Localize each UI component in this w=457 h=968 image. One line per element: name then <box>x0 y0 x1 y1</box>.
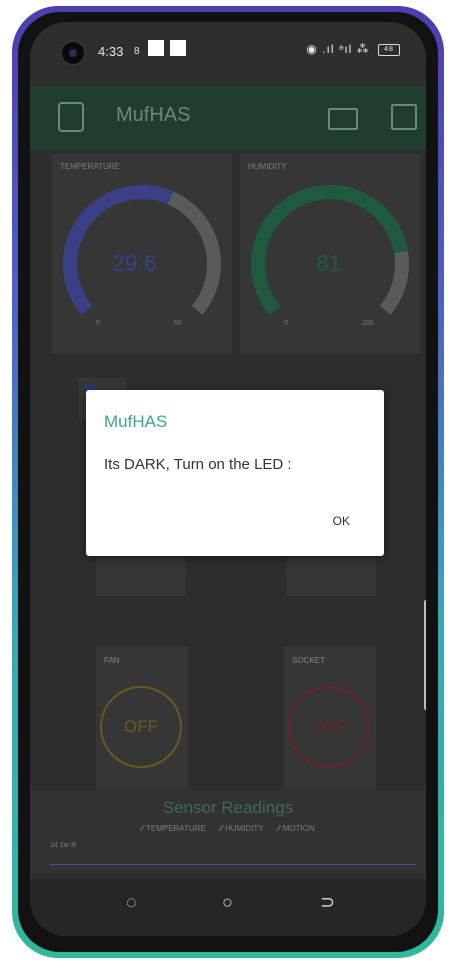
back-icon[interactable]: ⊃ <box>320 892 335 913</box>
front-camera-icon <box>60 40 86 66</box>
readings-legend: ⁄⁄ TEMPERATURE ⁄⁄ HUMIDITY ⁄⁄ MOTION <box>30 824 426 833</box>
scroll-indicator[interactable] <box>424 600 426 710</box>
gauge-value: 81 <box>316 250 342 276</box>
legend-label: MOTION <box>282 824 315 833</box>
legend-item[interactable]: ⁄⁄ MOTION <box>278 824 315 833</box>
battery-widget-icon[interactable] <box>328 108 358 130</box>
square-icon[interactable] <box>391 104 417 130</box>
sensor-readings-panel: Sensor Readings ⁄⁄ TEMPERATURE ⁄⁄ HUMIDI… <box>30 790 426 874</box>
socket-toggle-button[interactable]: OFF <box>288 686 370 768</box>
gauge-value: 29.6 <box>112 250 157 276</box>
legend-item[interactable]: ⁄⁄ TEMPERATURE <box>141 824 206 833</box>
gauge-min: 0 <box>284 320 288 327</box>
app-title: MufHAS <box>116 104 191 126</box>
battery-icon: 48 <box>378 43 400 56</box>
fan-label: FAN <box>104 656 120 665</box>
dialog-message: Its DARK, Turn on the LED : <box>104 456 292 473</box>
gauge-max: 100 <box>362 320 374 327</box>
recents-icon[interactable]: ◌ <box>126 892 137 913</box>
chart-range-selector[interactable]: 1d 1w 3l <box>50 842 76 849</box>
legend-item[interactable]: ⁄⁄ HUMIDITY <box>220 824 264 833</box>
gauge-min: 0 <box>96 320 100 327</box>
readings-title: Sensor Readings <box>162 798 294 817</box>
legend-label: HUMIDITY <box>224 824 264 833</box>
status-bar: 4:33 8 ◉ .ıl ᵊıl ⁂ 48 <box>30 22 426 84</box>
socket-control: SOCKET OFF <box>284 646 376 790</box>
status-time: 4:33 <box>98 44 124 59</box>
gauge-max: 50 <box>174 320 182 327</box>
home-icon[interactable]: ○ <box>222 892 233 913</box>
signal-icons: ◉ .ıl ᵊıl ⁂ <box>306 42 370 56</box>
alert-dialog: MufHAS Its DARK, Turn on the LED : OK <box>86 390 384 556</box>
ok-button[interactable]: OK <box>333 514 350 528</box>
socket-label: SOCKET <box>292 656 325 665</box>
chart-axis-line <box>50 864 416 865</box>
temperature-gauge: TEMPERATURE 29.6 0 50 <box>52 154 232 354</box>
notification-square-icon <box>148 40 164 56</box>
dialog-title: MufHAS <box>104 412 168 431</box>
notification-square-icon <box>170 40 186 56</box>
humidity-gauge: HUMIDITY 81 0 100 <box>240 154 420 354</box>
fan-control: FAN OFF <box>96 646 188 790</box>
device-icon[interactable] <box>58 102 84 132</box>
app-bar: MufHAS <box>30 86 426 150</box>
fan-toggle-button[interactable]: OFF <box>100 686 182 768</box>
status-indicator: 8 <box>134 46 140 57</box>
status-icons: ◉ .ıl ᵊıl ⁂ 48 <box>306 42 400 56</box>
navigation-bar: ◌ ○ ⊃ <box>30 880 426 936</box>
legend-label: TEMPERATURE <box>145 824 206 833</box>
